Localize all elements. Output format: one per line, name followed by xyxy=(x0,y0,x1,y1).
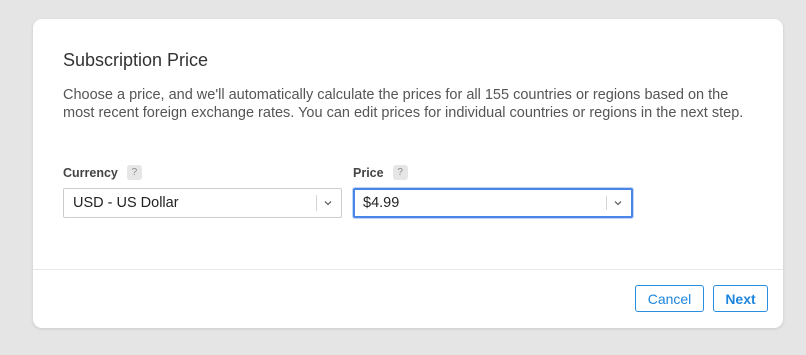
dialog-title: Subscription Price xyxy=(63,50,209,70)
currency-select-value: USD - US Dollar xyxy=(73,195,179,211)
price-select-value: $4.99 xyxy=(363,195,400,211)
cancel-button[interactable]: Cancel xyxy=(635,285,704,312)
price-select-divider xyxy=(606,196,607,210)
chevron-down-icon xyxy=(613,190,623,216)
dialog-description: Choose a price, and we'll automatically … xyxy=(63,87,744,121)
price-help-icon[interactable]: ? xyxy=(392,165,408,180)
footer-divider xyxy=(33,269,783,270)
currency-label: Currency ? xyxy=(63,165,142,180)
price-label-text: Price xyxy=(353,165,384,180)
next-button[interactable]: Next xyxy=(713,285,768,312)
currency-help-icon[interactable]: ? xyxy=(126,165,142,180)
price-label: Price ? xyxy=(353,165,408,180)
currency-select-divider xyxy=(316,195,317,211)
price-select[interactable]: $4.99 xyxy=(353,188,633,218)
currency-select[interactable]: USD - US Dollar xyxy=(63,188,342,218)
subscription-price-dialog: Subscription Price Choose a price, and w… xyxy=(33,19,783,328)
currency-label-text: Currency xyxy=(63,165,118,180)
chevron-down-icon xyxy=(323,189,333,217)
